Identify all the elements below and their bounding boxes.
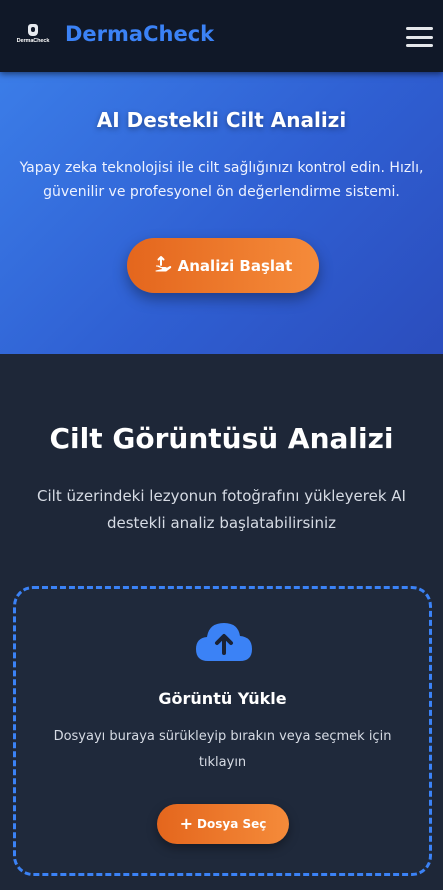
logo-icon: [28, 24, 38, 36]
hero-section: AI Destekli Cilt Analizi Yapay zeka tekn…: [0, 72, 443, 354]
menu-bar: [406, 27, 433, 30]
hamburger-menu-icon[interactable]: [406, 27, 433, 47]
logo-text: DermaCheck: [16, 38, 50, 44]
plus-icon: +: [179, 814, 194, 833]
analysis-description: Cilt üzerindeki lezyonun fotoğrafını yük…: [37, 487, 406, 532]
hero-description: Yapay zeka teknolojisi ile cilt sağlığın…: [19, 160, 424, 200]
choose-file-button[interactable]: + Dosya Seç: [157, 804, 289, 844]
top-navbar: DermaCheck DermaCheck: [0, 0, 443, 72]
upload-description: Dosyayı buraya sürükleyip bırakın veya s…: [53, 729, 392, 770]
brand-title[interactable]: DermaCheck: [65, 22, 214, 46]
hero-title: AI Destekli Cilt Analizi: [96, 108, 347, 132]
upload-title: Görüntü Yükle: [158, 689, 287, 708]
menu-bar: [406, 35, 433, 39]
cloud-upload-icon: [194, 617, 254, 667]
analysis-title: Cilt Görüntüsü Analizi: [49, 422, 394, 455]
hand-upload-icon: [154, 255, 172, 277]
start-analysis-label: Analizi Başlat: [177, 256, 293, 275]
upload-dropzone[interactable]: Görüntü Yükle Dosyayı buraya sürükleyip …: [13, 586, 432, 876]
menu-bar: [406, 44, 433, 47]
logo[interactable]: DermaCheck: [15, 24, 51, 48]
choose-file-label: Dosya Seç: [197, 817, 267, 831]
start-analysis-button[interactable]: Analizi Başlat: [127, 238, 319, 293]
